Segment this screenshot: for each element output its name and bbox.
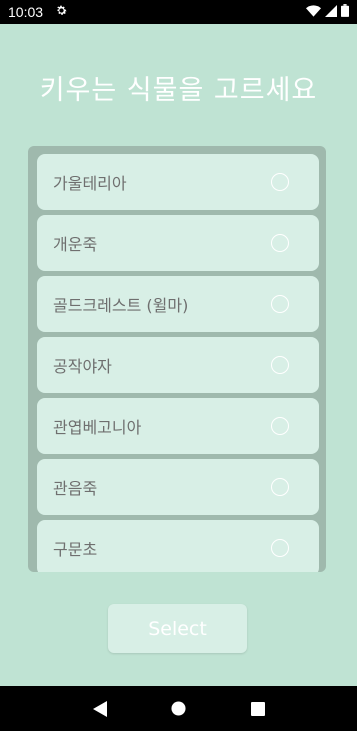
page-title: 키우는 식물을 고르세요 (39, 75, 318, 106)
list-item-label: 구문초 (53, 540, 98, 559)
gear-icon (55, 4, 68, 20)
radio-button[interactable] (271, 173, 289, 191)
battery-icon (341, 4, 349, 20)
list-item[interactable]: 구문초 (37, 520, 319, 572)
list-item-label: 공작야자 (53, 357, 112, 376)
back-icon[interactable] (85, 694, 115, 724)
radio-button[interactable] (271, 417, 289, 435)
wifi-icon (306, 4, 321, 20)
list-item-label: 관엽베고니아 (53, 418, 142, 437)
radio-button[interactable] (271, 356, 289, 374)
radio-button[interactable] (271, 539, 289, 557)
plant-select-screen: 키우는 식물을 고르세요 가울테리아 개운죽 골드크레스트 (윌마) 공작야자 … (0, 24, 357, 686)
list-item[interactable]: 가울테리아 (37, 154, 319, 210)
list-item-label: 골드크레스트 (윌마) (53, 296, 189, 315)
list-item-label: 관음죽 (53, 479, 98, 498)
list-item[interactable]: 관음죽 (37, 459, 319, 515)
recents-icon[interactable] (243, 694, 273, 724)
radio-button[interactable] (271, 478, 289, 496)
radio-button[interactable] (271, 234, 289, 252)
list-item-label: 개운죽 (53, 235, 98, 254)
list-item[interactable]: 공작야자 (37, 337, 319, 393)
list-item[interactable]: 골드크레스트 (윌마) (37, 276, 319, 332)
status-time: 10:03 (8, 4, 44, 20)
list-item[interactable]: 관엽베고니아 (37, 398, 319, 454)
status-bar: 10:03 (0, 0, 357, 24)
navigation-bar (0, 686, 357, 731)
home-icon[interactable] (164, 694, 194, 724)
radio-button[interactable] (271, 295, 289, 313)
list-item[interactable]: 개운죽 (37, 215, 319, 271)
list-item-label: 가울테리아 (53, 174, 127, 193)
select-button[interactable]: Select (108, 604, 247, 653)
plant-list[interactable]: 가울테리아 개운죽 골드크레스트 (윌마) 공작야자 관엽베고니아 관음죽 구문… (28, 146, 326, 572)
signal-icon (325, 4, 337, 20)
